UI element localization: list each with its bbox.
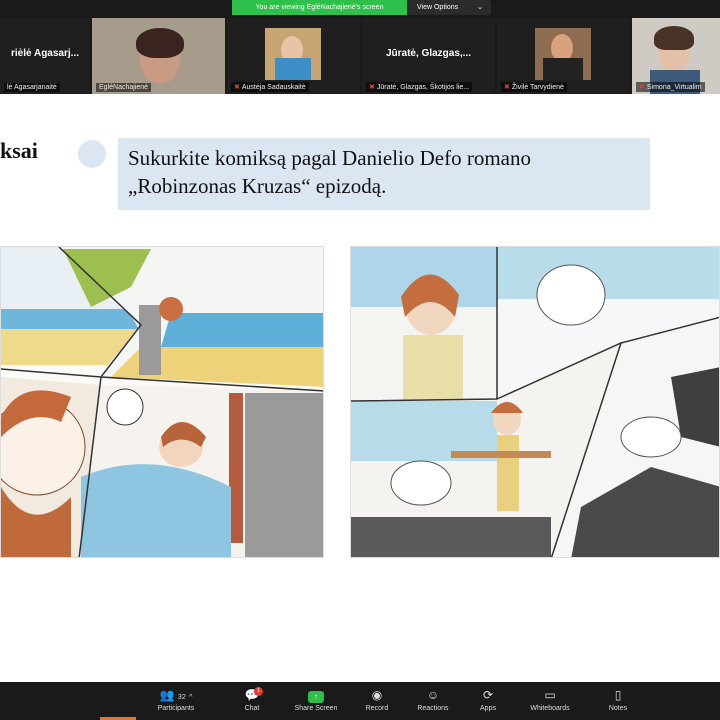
participant-tile[interactable]: riėlė Agasarj... lė Agasarjanaitė [0, 18, 90, 94]
whiteboards-button[interactable]: ▭ Whiteboards [520, 686, 580, 718]
participant-name: ✖ Jūratė, Glazgas, Škotijos lie... [366, 82, 473, 92]
chevron-down-icon: ⌄ [477, 4, 483, 11]
hair [136, 28, 184, 58]
participants-button[interactable]: 👥 32 ^ Participants [148, 686, 204, 718]
top-bar: You are viewing EgléNachajiené's screen … [0, 0, 720, 16]
people-icon: 👥 [159, 688, 175, 702]
comic-image-right [350, 246, 720, 558]
comic-drawing [1, 247, 323, 557]
reactions-label: Reactions [417, 705, 449, 712]
whiteboards-label: Whiteboards [530, 705, 570, 712]
notes-icon: ▯ [614, 688, 622, 702]
record-button[interactable]: ◉ Record [357, 686, 397, 718]
participant-name: lė Agasarjanaitė [4, 83, 60, 92]
record-icon: ◉ [371, 688, 383, 702]
task-text: Sukurkite komiksą pagal Danielio Defo ro… [118, 138, 650, 210]
whiteboard-icon: ▭ [544, 688, 556, 702]
clothing [275, 58, 311, 80]
apps-button[interactable]: ⟳ Apps [468, 686, 508, 718]
reactions-button[interactable]: ☺ Reactions [410, 686, 456, 718]
video-feed [535, 28, 591, 80]
participant-name: ✖ Simona_Virtualim [636, 82, 705, 92]
participant-tile[interactable]: Jūratė, Glazgas,... ✖ Jūratė, Glazgas, Šk… [362, 18, 495, 94]
caret-up-icon: ^ [189, 694, 193, 701]
participant-name: ✖ Živilė Tarvydienė [501, 82, 567, 92]
participants-label: Participants [157, 705, 195, 712]
share-screen-label: Share Screen [294, 705, 338, 712]
chat-label: Chat [244, 705, 260, 712]
mic-muted-icon: ✖ [504, 84, 510, 91]
apps-icon: ⟳ [482, 688, 494, 702]
participant-tile[interactable]: ✖ Simona_Virtualim [632, 18, 720, 94]
participant-tile-title: riėlė Agasarj... [11, 48, 79, 59]
mic-muted-icon: ✖ [639, 84, 645, 91]
comic-drawing [351, 247, 719, 557]
shared-screen: ksai Sukurkite komiksą pagal Danielio De… [0, 94, 720, 682]
apps-label: Apps [480, 705, 496, 712]
record-label: Record [365, 705, 389, 712]
participant-tile[interactable]: EgléNachajiené [92, 18, 225, 94]
view-options-button[interactable]: View Options ⌄ [407, 0, 491, 15]
comic-image-left [0, 246, 324, 558]
share-screen-button[interactable]: ↑ Share Screen [288, 686, 344, 718]
participants-count: 32 [177, 694, 186, 701]
participant-name: ✖ Austėja Sadauskaitė [231, 82, 309, 92]
participant-tile[interactable]: ✖ Živilė Tarvydienė [497, 18, 630, 94]
bullet-circle-icon [78, 140, 106, 168]
clothing [543, 58, 583, 80]
video-feed [265, 28, 321, 80]
participant-tile-title: Jūratė, Glazgas,... [385, 48, 472, 59]
slide-title: ksai [0, 138, 38, 163]
notes-button[interactable]: ▯ Notes [598, 686, 638, 718]
notes-label: Notes [608, 705, 628, 712]
mic-muted-icon: ✖ [369, 84, 375, 91]
view-options-label: View Options [417, 4, 459, 11]
meeting-toolbar: 👥 32 ^ Participants 💬 1 Chat ↑ Share Scr… [0, 682, 720, 720]
share-screen-icon: ↑ [308, 691, 324, 703]
mic-muted-icon: ✖ [234, 84, 240, 91]
participant-strip: riėlė Agasarj... lė Agasarjanaitė EgléNa… [0, 16, 720, 94]
viewing-banner: You are viewing EgléNachajiené's screen [232, 0, 407, 15]
chat-bubble-icon: 💬 [244, 688, 260, 702]
smile-icon: ☺ [426, 688, 440, 702]
chat-button[interactable]: 💬 1 Chat [232, 686, 272, 718]
participant-tile[interactable]: ✖ Austėja Sadauskaitė [227, 18, 360, 94]
hair [654, 26, 694, 50]
participant-name: EgléNachajiené [96, 83, 152, 92]
